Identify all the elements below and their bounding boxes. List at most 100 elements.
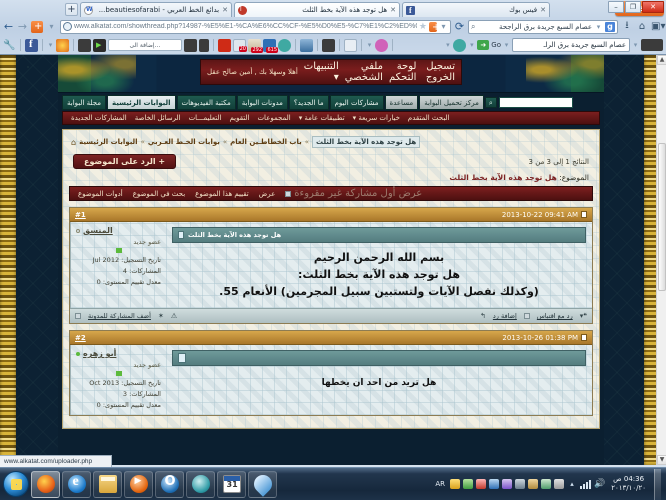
menu-icon[interactable]: ▣▾ [651, 21, 665, 32]
scroll-down-button[interactable]: ▼ [657, 455, 666, 465]
nav-advanced-search[interactable]: البحث المتقدم [408, 114, 450, 122]
forward-icon[interactable]: → [17, 20, 28, 33]
forum-search-input[interactable] [498, 97, 573, 108]
chat-bookmark-icon[interactable]: 20 [233, 38, 247, 52]
breadcrumb-arabic-calligraphy[interactable]: بوابات الخـط العـربي [148, 138, 220, 146]
rate-thread-link[interactable]: تقييم هذا الموضوع [195, 190, 249, 198]
window-minimize-button[interactable]: – [608, 1, 624, 13]
messenger-taskbar-button[interactable] [186, 470, 215, 498]
flame-bookmark-icon[interactable] [56, 38, 69, 52]
news-bookmark-icon[interactable]: 615 [263, 38, 278, 53]
nav-new-posts[interactable]: المشاركات الجديدة [71, 114, 127, 122]
calendar-taskbar-button[interactable] [217, 470, 246, 498]
chevron-down-icon[interactable]: ▾ [632, 41, 639, 49]
show-desktop-button[interactable] [654, 468, 661, 500]
city-bookmark-icon[interactable] [300, 38, 313, 52]
search-icon[interactable]: ⌕ [471, 22, 475, 32]
add-reply-link[interactable]: إضافة رد [493, 312, 517, 320]
tray-icon-sync[interactable] [540, 479, 551, 489]
pen-icon[interactable] [453, 38, 467, 52]
reload-icon[interactable]: ⟳ [454, 20, 465, 33]
window-maximize-button[interactable]: ❐ [625, 1, 641, 13]
thread-tools-link[interactable]: أدوات الموضوع [78, 190, 123, 198]
star-icon[interactable]: ✶ [158, 312, 164, 320]
chevron-down-icon[interactable]: ▾ [47, 41, 54, 49]
add-post-to-blog-link[interactable]: أضف المشاركة للمدونة [88, 312, 151, 320]
nav-private-messages[interactable]: الرسائل الخاصة [135, 114, 181, 122]
search-bar[interactable]: g ▾ عصام السبع جريدة برق الراجحة ⌕ [468, 19, 618, 34]
chevron-icon[interactable] [199, 38, 209, 52]
new-tab-button[interactable]: + [65, 3, 78, 16]
tray-icon-cloud[interactable] [488, 479, 499, 489]
search-icon[interactable]: ⌕ [484, 97, 497, 108]
scroll-up-button[interactable]: ▲ [657, 55, 666, 65]
firefox-taskbar-button[interactable] [31, 470, 60, 498]
search-thread-link[interactable]: بحث في الموضوع [133, 190, 185, 198]
customize-icon[interactable]: 🔧 [3, 40, 16, 51]
home-icon[interactable]: ⌂ [636, 21, 648, 32]
chevron-down-icon[interactable]: ▾ [468, 41, 475, 49]
nav-quick-links[interactable]: خيارات سريعة ▾ [353, 114, 400, 122]
chevron-down-icon[interactable]: ▾ [503, 41, 510, 49]
volume-icon[interactable]: 🔊 [594, 479, 605, 489]
tray-icon-display[interactable] [514, 479, 525, 489]
close-icon[interactable]: ✕ [540, 6, 546, 14]
tray-icon-updater[interactable] [475, 479, 486, 489]
start-button[interactable] [3, 471, 29, 497]
internet-explorer-taskbar-button[interactable] [62, 470, 91, 498]
browser-tab-beautiesofarabic[interactable]: ✕ بدائع الخط العربي - beautiesofarabi... [80, 2, 232, 17]
nav-item-portal-magazine[interactable]: مجلة البوابة [62, 95, 107, 110]
tray-icon-misc[interactable] [553, 479, 564, 489]
toolbar-go-button[interactable]: ➜ [477, 40, 490, 50]
tray-icon-player[interactable] [501, 479, 512, 489]
post-number-link[interactable]: #1 [75, 211, 86, 219]
reply-to-thread-button[interactable]: + الرد على الموضوع [73, 154, 177, 169]
browser-tab-thread[interactable]: ✕ هل توجد هذه الآية بخط الثلث [234, 2, 400, 17]
logout-link[interactable]: تسجيل الخروج [422, 61, 455, 83]
address-bar[interactable]: www.alkatat.com/showthread.php?14987-%E5… [60, 19, 451, 34]
home-icon[interactable]: ⌂ [71, 138, 76, 147]
scrollbar-thumb[interactable] [658, 143, 666, 291]
dropmarker-icon[interactable]: ▾ [46, 22, 57, 31]
show-hidden-icons-button[interactable]: ▴ [567, 480, 577, 488]
window-close-button[interactable]: ✕ [642, 1, 664, 13]
network-signal-icon[interactable] [579, 479, 591, 489]
nav-item-help[interactable]: مساعدة [384, 95, 419, 110]
media-player-taskbar-button[interactable] [124, 470, 153, 498]
post-number-link[interactable]: #2 [75, 334, 86, 342]
nav-groups[interactable]: المجموعات [257, 114, 290, 122]
paint-taskbar-button[interactable] [248, 470, 277, 498]
chevron-down-icon[interactable]: ▾ [366, 41, 373, 49]
chevron-down-icon[interactable]: ▾ [439, 22, 448, 31]
nav-calendar[interactable]: التقويم [230, 114, 250, 122]
post-username[interactable]: المنسق [76, 226, 161, 235]
scissors-bookmark-icon[interactable] [344, 38, 357, 52]
chevron-down-icon[interactable]: ▾ [595, 23, 602, 31]
globe-bookmark-icon[interactable] [278, 38, 291, 52]
gift-bookmark-icon[interactable] [218, 38, 231, 52]
bookmark-star-icon[interactable]: ★ [419, 22, 427, 32]
download-target-field[interactable]: …إضافة الى [108, 39, 182, 51]
photo-bookmark-icon[interactable]: 292 [248, 38, 263, 53]
first-unread-post-link[interactable]: عرض أول مشاركة غير مقروءة [285, 188, 422, 199]
tray-icon-antivirus[interactable] [462, 479, 473, 489]
my-profile-link[interactable]: ملفي الشخصي [345, 61, 383, 83]
page-scrollbar[interactable]: ▲ ▼ [656, 55, 666, 465]
toolbar-toggle-icon[interactable] [78, 38, 91, 52]
eraser-bookmark-icon[interactable] [375, 38, 388, 52]
display-mode-link[interactable]: عرض [259, 190, 276, 198]
nav-item-whats-new[interactable]: ما الجديد؟ [288, 95, 329, 110]
nav-item-video-library[interactable]: مكتبة الفيديوهات [176, 95, 236, 110]
speaker-icon[interactable] [184, 38, 197, 52]
language-indicator[interactable]: AR [433, 480, 447, 488]
nav-item-main-portals[interactable]: البوابات الرئيسية [107, 95, 176, 110]
breadcrumb-main-portals[interactable]: البوابات الرئيسية [79, 138, 138, 146]
nav-item-portal-blogs[interactable]: مدونات البوابة [236, 95, 288, 110]
nav-item-todays-posts[interactable]: مشاركات اليوم [329, 95, 384, 110]
post-username[interactable]: أبو زهره [76, 349, 161, 358]
taskbar-clock[interactable]: 04:36 ص ٢٠١٣/١٠/٢٠ [608, 475, 649, 493]
downloads-icon[interactable]: ⭳ [621, 18, 633, 35]
nav-faq[interactable]: التعليمـــات [189, 114, 222, 122]
close-icon[interactable]: ✕ [222, 6, 228, 14]
control-panel-link[interactable]: لوحة التحكم [389, 61, 416, 83]
